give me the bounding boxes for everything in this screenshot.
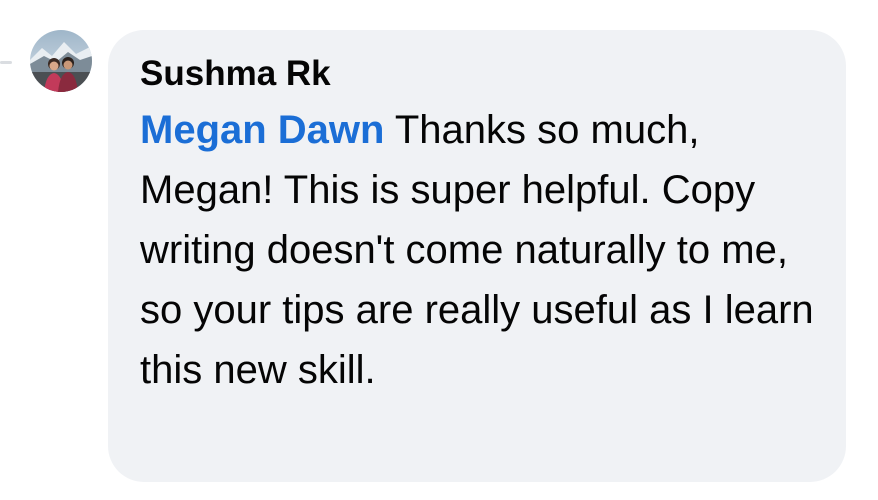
comment-text: Megan Dawn Thanks so much, Megan! This i… — [140, 100, 820, 400]
reply-thread-line — [0, 61, 12, 64]
avatar[interactable] — [30, 30, 92, 92]
user-avatar-photo-icon — [30, 30, 92, 92]
comment-author-name[interactable]: Sushma Rk — [140, 50, 822, 98]
comment-bubble: Sushma Rk Megan Dawn Thanks so much, Meg… — [108, 30, 846, 482]
mention-link[interactable]: Megan Dawn — [140, 108, 384, 152]
